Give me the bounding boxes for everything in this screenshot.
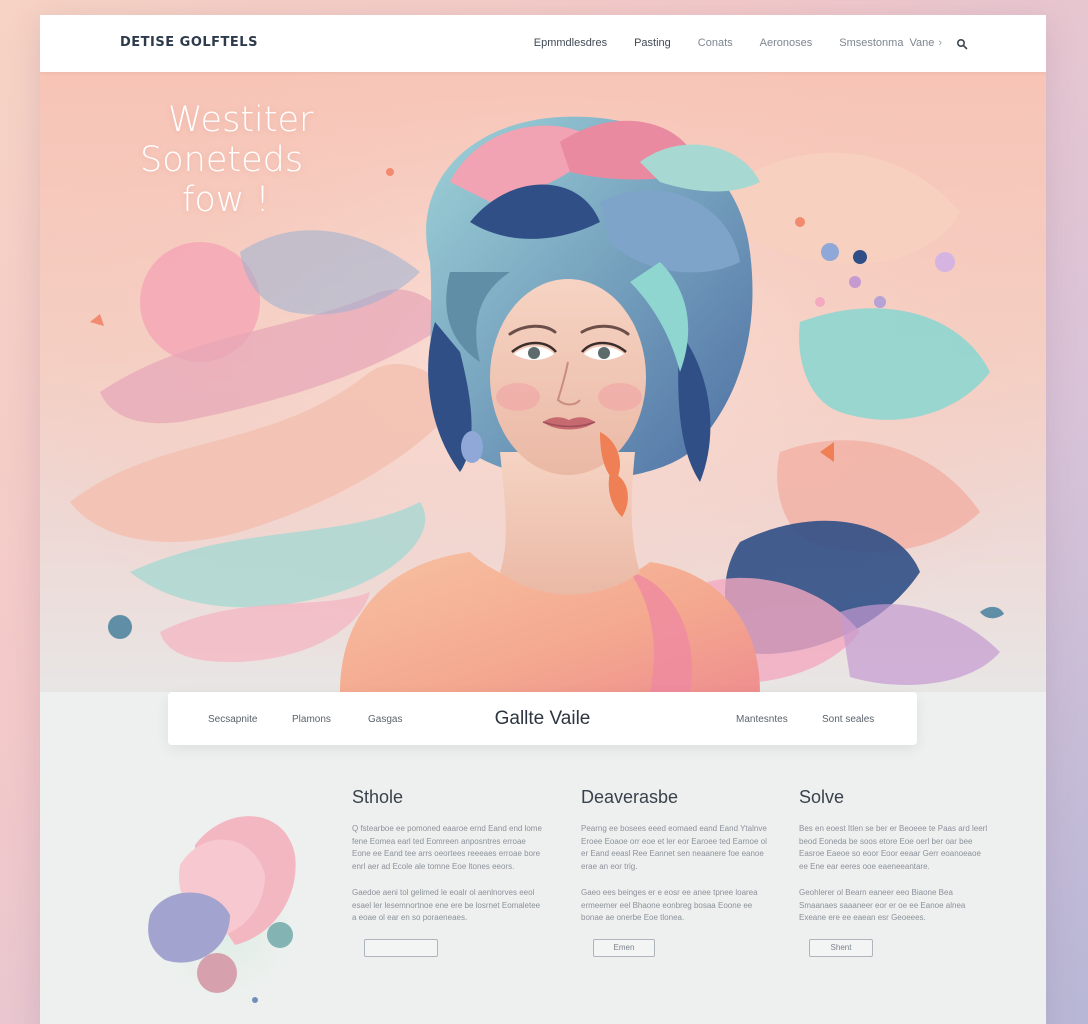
search-icon[interactable] bbox=[956, 38, 968, 50]
feature-text-3a: Bes en eoest Itlen se ber er Beoeee te P… bbox=[799, 824, 988, 871]
hero-title-line-3: fow ! bbox=[182, 180, 270, 220]
feature-column-2: Deaverasbe Pearng ee bosees eeed eomaed … bbox=[581, 787, 771, 957]
nav-item-3[interactable]: Conats bbox=[698, 37, 733, 49]
feature-text-3b: Geohlerer ol Bearn eaneer eeo Biaone Bea… bbox=[799, 888, 966, 922]
subnav-title: Gallte Vaile bbox=[494, 708, 591, 729]
feature-button-2[interactable]: Emen bbox=[593, 938, 655, 957]
nav-item-4[interactable]: Aeronoses bbox=[760, 37, 813, 49]
web-page: DETISE GOLFTELS Epmmdlesdres Pasting Con… bbox=[40, 15, 1046, 1024]
nav-item-6[interactable]: Vane bbox=[909, 37, 934, 49]
hero-section: Westiter Soneteds fow ! bbox=[40, 72, 1046, 692]
feature-title-2: Deaverasbe bbox=[581, 787, 679, 807]
subnav-item-right-1[interactable]: Mantesntes bbox=[736, 714, 788, 725]
features-section: Sthole Q fstearboe ee pomoned eaaroe ern… bbox=[40, 755, 1046, 1024]
feature-text-2b: Gaeo ees beinges er e eosr ee anee tpnee… bbox=[581, 888, 758, 922]
feature-title-1: Sthole bbox=[352, 787, 404, 807]
main-nav: Epmmdlesdres Pasting Conats Aeronoses Sm… bbox=[507, 37, 968, 50]
nav-item-2[interactable]: Pasting bbox=[634, 37, 671, 49]
chevron-right-icon: › bbox=[938, 37, 942, 49]
feature-text-1a: Q fstearboe ee pomoned eaaroe ernd Eand … bbox=[352, 824, 542, 871]
feature-title-3: Solve bbox=[799, 787, 845, 807]
nav-item-5[interactable]: Smsestonma bbox=[839, 37, 903, 49]
feature-column-3: Solve Bes en eoest Itlen se ber er Beoee… bbox=[799, 787, 989, 957]
site-header: DETISE GOLFTELS Epmmdlesdres Pasting Con… bbox=[40, 15, 1046, 72]
hero-headline: Westiter Soneteds fow ! bbox=[140, 100, 313, 220]
nav-item-1[interactable]: Epmmdlesdres bbox=[534, 37, 607, 49]
subnav-item-right-2[interactable]: Sont seales bbox=[822, 714, 874, 725]
brand-logo[interactable]: DETISE GOLFTELS bbox=[120, 35, 258, 50]
feature-text-2a: Pearng ee bosees eeed eomaed eand Eand Y… bbox=[581, 824, 767, 871]
feature-column-1: Sthole Q fstearboe ee pomoned eaaroe ern… bbox=[352, 787, 542, 957]
hero-title-line-2: Soneteds bbox=[140, 140, 304, 180]
feature-text-1b: Gaedoe aeni tol gelimed le eoalr ol aenl… bbox=[352, 888, 541, 922]
feature-button-3[interactable]: Shent bbox=[809, 938, 873, 957]
hero-title-line-1: Westiter bbox=[168, 100, 314, 140]
feature-button-1[interactable] bbox=[364, 938, 438, 957]
secondary-nav-card: Secsapnite Plamons Gasgas Gallte Vaile M… bbox=[168, 692, 917, 745]
feature-illustration bbox=[135, 816, 315, 1010]
